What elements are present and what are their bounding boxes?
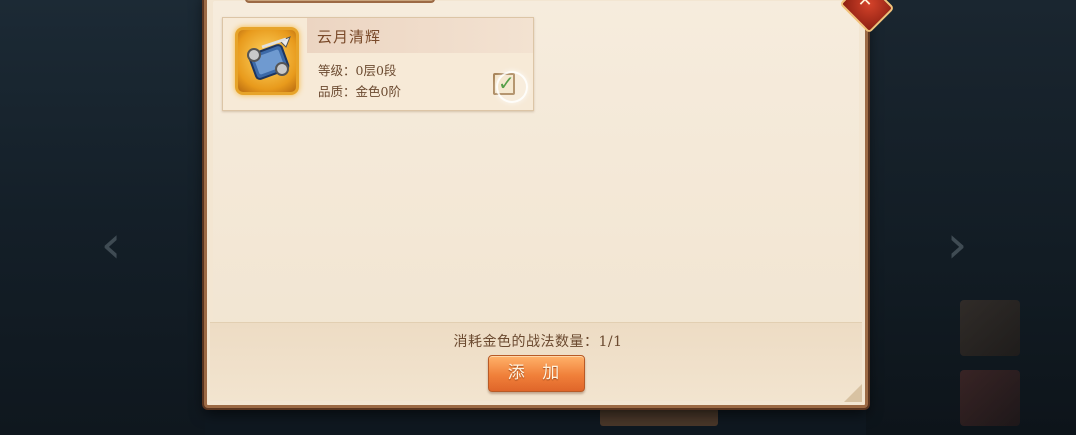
close-icon[interactable]: ✕ (852, 0, 878, 16)
consume-count-text: 消耗金色的战法数量：1/1 (453, 334, 623, 350)
side-thumbnail[interactable] (960, 370, 1020, 426)
panel-top-tab (245, 0, 435, 3)
scroll-artifact-icon (235, 27, 299, 95)
item-card[interactable]: 云月清辉 等级：0层0段 品质：金色0阶 ✓ (222, 17, 534, 111)
chevron-left-icon[interactable]: ‹ (96, 215, 126, 275)
panel-corner-fold (844, 384, 862, 402)
item-level: 等级：0层0段 (318, 63, 397, 78)
touch-indicator (496, 71, 528, 103)
item-name: 云月清辉 (317, 28, 382, 46)
background-strip (600, 408, 718, 426)
chevron-right-icon[interactable]: › (942, 215, 972, 275)
item-quality: 品质：金色0阶 (318, 84, 401, 99)
add-button[interactable]: 添 加 (488, 355, 585, 392)
